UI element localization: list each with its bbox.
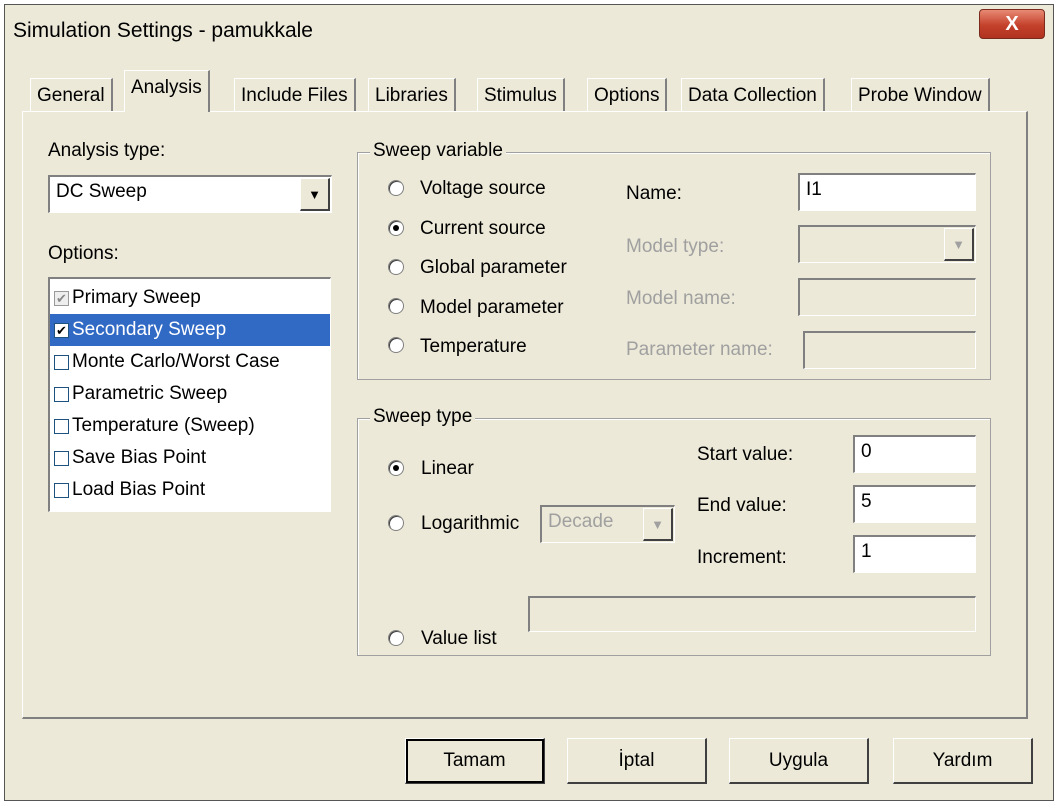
checkbox-icon[interactable]: ✔ [54,290,69,306]
close-icon: X [1005,12,1019,35]
chevron-down-icon[interactable]: ▼ [300,178,330,211]
tab-general[interactable]: General [30,78,113,112]
checkbox-icon[interactable] [54,386,69,402]
list-item[interactable]: ✔ Secondary Sweep [50,314,330,346]
chevron-down-icon[interactable]: ▼ [944,228,974,261]
close-button[interactable]: X [979,9,1045,39]
end-value-label: End value: [697,495,787,516]
list-item[interactable]: Temperature (Sweep) [50,410,330,442]
options-label: Options: [48,243,119,264]
radio-current-source[interactable] [388,220,404,236]
increment-field[interactable]: 1 [853,535,976,573]
sweep-type-title: Sweep type [370,406,476,428]
start-value-label: Start value: [697,444,794,465]
radio-voltage-source[interactable] [388,180,404,196]
tab-data-collection[interactable]: Data Collection [681,78,825,112]
analysis-type-label: Analysis type: [48,140,166,161]
radio-label: Current source [420,218,546,239]
tab-libraries[interactable]: Libraries [368,78,456,112]
checkbox-icon[interactable] [54,354,69,370]
tab-options[interactable]: Options [587,78,668,112]
checkbox-icon[interactable]: ✔ [54,322,69,338]
sweep-variable-title: Sweep variable [370,140,506,162]
analysis-type-select[interactable]: DC Sweep ▼ [48,175,332,213]
checkbox-icon[interactable] [54,482,69,498]
model-type-label: Model type: [626,236,725,257]
radio-global-parameter[interactable] [388,259,404,275]
parameter-name-field[interactable] [803,331,976,369]
tab-include-files[interactable]: Include Files [234,78,356,112]
checkbox-icon[interactable] [54,450,69,466]
logarithmic-label: Logarithmic [421,513,520,534]
model-name-label: Model name: [626,288,736,309]
radio-label: Voltage source [420,178,546,199]
end-value-field[interactable]: 5 [853,485,976,523]
tab-analysis[interactable]: Analysis [124,70,210,112]
radio-temperature[interactable] [388,337,404,353]
model-type-select[interactable]: ▼ [798,225,976,263]
value-list-field[interactable] [528,596,976,632]
increment-label: Increment: [697,547,787,568]
radio-label: Model parameter [420,297,564,318]
radio-model-parameter[interactable] [388,298,404,314]
list-item[interactable]: Save Bias Point [50,442,330,474]
list-item[interactable]: ✔ Primary Sweep [50,282,330,314]
log-scale-select[interactable]: Decade ▼ [540,505,675,543]
apply-button[interactable]: Uygula [729,738,869,784]
name-label: Name: [626,183,682,204]
ok-button[interactable]: Tamam [405,738,545,784]
radio-logarithmic[interactable] [388,515,404,531]
radio-value-list[interactable] [388,630,404,646]
options-list[interactable]: ✔ Primary Sweep ✔ Secondary Sweep Monte Ca… [48,277,331,512]
radio-linear[interactable] [388,460,404,476]
chevron-down-icon[interactable]: ▼ [643,508,673,541]
list-item[interactable]: Parametric Sweep [50,378,330,410]
value-list-label: Value list [421,628,497,649]
title-bar: Simulation Settings - pamukkale X [5,5,1053,55]
cancel-button[interactable]: İptal [567,738,707,784]
help-button[interactable]: Yardım [893,738,1033,784]
checkbox-icon[interactable] [54,418,69,434]
radio-label: Temperature [420,336,527,357]
model-name-field[interactable] [798,278,976,316]
parameter-name-label: Parameter name: [626,339,773,360]
radio-label: Global parameter [420,257,567,278]
linear-label: Linear [421,458,474,479]
list-item[interactable]: Load Bias Point [50,474,330,506]
name-field[interactable]: I1 [798,173,976,211]
tab-probe-window[interactable]: Probe Window [851,78,990,112]
window-title: Simulation Settings - pamukkale [13,19,313,42]
start-value-field[interactable]: 0 [853,435,976,473]
list-item[interactable]: Monte Carlo/Worst Case [50,346,330,378]
tab-stimulus[interactable]: Stimulus [477,78,565,112]
